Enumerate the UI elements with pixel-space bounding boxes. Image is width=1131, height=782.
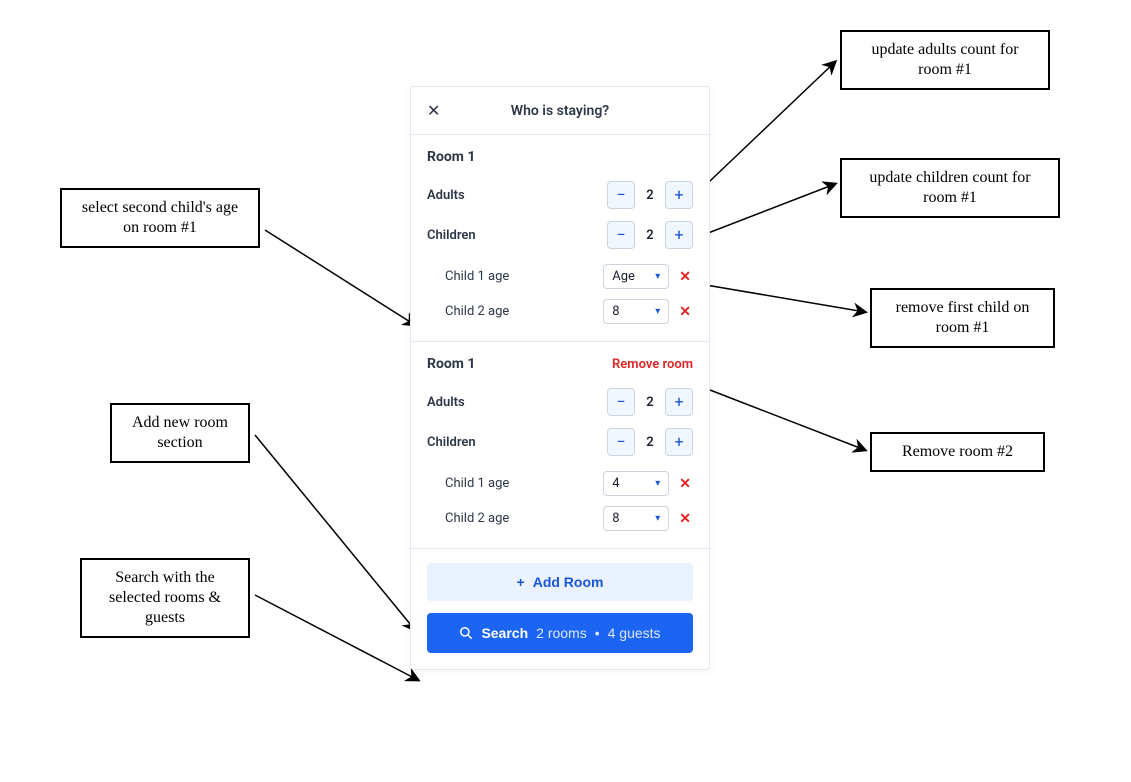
adults-value: 2: [635, 188, 665, 203]
child-age-label: Child 2 age: [445, 511, 509, 526]
room-block-1: Room 1 Adults − 2 + Children − 2 + Child…: [411, 135, 709, 342]
adults-increment-button[interactable]: +: [665, 181, 693, 209]
room-2-children-list: Child 1 age 4 ▾ ✕ Child 2 age 8 ▾ ✕: [427, 462, 693, 538]
room-2-child-2-row: Child 2 age 8 ▾ ✕: [445, 501, 693, 536]
search-icon: [459, 626, 473, 640]
room-2-adults-row: Adults − 2 +: [427, 382, 693, 422]
adults-decrement-button[interactable]: −: [607, 181, 635, 209]
search-guests-text: 4 guests: [608, 625, 661, 641]
room-2-child-1-row: Child 1 age 4 ▾ ✕: [445, 466, 693, 501]
room-1-title: Room 1: [427, 149, 475, 165]
room-1-child-1-row: Child 1 age Age ▾ ✕: [445, 259, 693, 294]
annotation-update-children: update children count for room #1: [840, 158, 1060, 218]
children-label: Children: [427, 228, 476, 243]
remove-room-button[interactable]: Remove room: [612, 357, 693, 372]
children-increment-button[interactable]: +: [665, 428, 693, 456]
children-decrement-button[interactable]: −: [607, 428, 635, 456]
chevron-down-icon: ▾: [655, 478, 660, 489]
add-room-button[interactable]: + Add Room: [427, 563, 693, 601]
children-value: 2: [635, 228, 665, 243]
remove-child-button[interactable]: ✕: [677, 476, 693, 492]
child-age-label: Child 1 age: [445, 476, 509, 491]
guest-picker-panel: ✕ Who is staying? Room 1 Adults − 2 + Ch…: [410, 86, 710, 670]
room-1-adults-row: Adults − 2 +: [427, 175, 693, 215]
children-increment-button[interactable]: +: [665, 221, 693, 249]
room-2-adults-stepper: − 2 +: [607, 388, 693, 416]
child-age-value: 4: [612, 476, 619, 491]
plus-icon: +: [517, 574, 525, 590]
child-age-select[interactable]: Age ▾: [603, 264, 669, 289]
search-separator: •: [595, 625, 600, 641]
adults-increment-button[interactable]: +: [665, 388, 693, 416]
panel-title: Who is staying?: [427, 103, 693, 119]
adults-decrement-button[interactable]: −: [607, 388, 635, 416]
child-age-value: 8: [612, 511, 619, 526]
adults-label: Adults: [427, 188, 465, 203]
annotation-remove-first-child: remove first child on room #1: [870, 288, 1055, 348]
annotation-add-room: Add new room section: [110, 403, 250, 463]
children-decrement-button[interactable]: −: [607, 221, 635, 249]
add-room-label: Add Room: [533, 574, 604, 590]
room-2-children-row: Children − 2 +: [427, 422, 693, 462]
adults-label: Adults: [427, 395, 465, 410]
child-age-label: Child 1 age: [445, 269, 509, 284]
search-prefix: Search: [481, 625, 528, 641]
room-1-children-row: Children − 2 +: [427, 215, 693, 255]
room-1-children-stepper: − 2 +: [607, 221, 693, 249]
child-age-label: Child 2 age: [445, 304, 509, 319]
room-2-title: Room 1: [427, 356, 475, 372]
room-1-children-list: Child 1 age Age ▾ ✕ Child 2 age 8 ▾ ✕: [427, 255, 693, 331]
annotation-remove-room-2: Remove room #2: [870, 432, 1045, 472]
child-age-value: Age: [612, 269, 635, 284]
remove-child-button[interactable]: ✕: [677, 269, 693, 285]
child-age-select[interactable]: 8 ▾: [603, 299, 669, 324]
annotation-select-child2-age: select second child's age on room #1: [60, 188, 260, 248]
child-age-select[interactable]: 8 ▾: [603, 506, 669, 531]
room-block-2: Room 1 Remove room Adults − 2 + Children…: [411, 342, 709, 549]
panel-footer: + Add Room Search 2 rooms • 4 guests: [411, 549, 709, 669]
chevron-down-icon: ▾: [655, 271, 660, 282]
child-age-select[interactable]: 4 ▾: [603, 471, 669, 496]
remove-child-button[interactable]: ✕: [677, 304, 693, 320]
child-age-value: 8: [612, 304, 619, 319]
annotation-update-adults: update adults count for room #1: [840, 30, 1050, 90]
search-rooms-text: 2 rooms: [536, 625, 587, 641]
search-button[interactable]: Search 2 rooms • 4 guests: [427, 613, 693, 653]
children-label: Children: [427, 435, 476, 450]
remove-child-button[interactable]: ✕: [677, 511, 693, 527]
room-1-adults-stepper: − 2 +: [607, 181, 693, 209]
room-1-child-2-row: Child 2 age 8 ▾ ✕: [445, 294, 693, 329]
adults-value: 2: [635, 395, 665, 410]
annotation-search: Search with the selected rooms & guests: [80, 558, 250, 638]
chevron-down-icon: ▾: [655, 513, 660, 524]
children-value: 2: [635, 435, 665, 450]
panel-header: ✕ Who is staying?: [411, 87, 709, 135]
room-2-children-stepper: − 2 +: [607, 428, 693, 456]
chevron-down-icon: ▾: [655, 306, 660, 317]
